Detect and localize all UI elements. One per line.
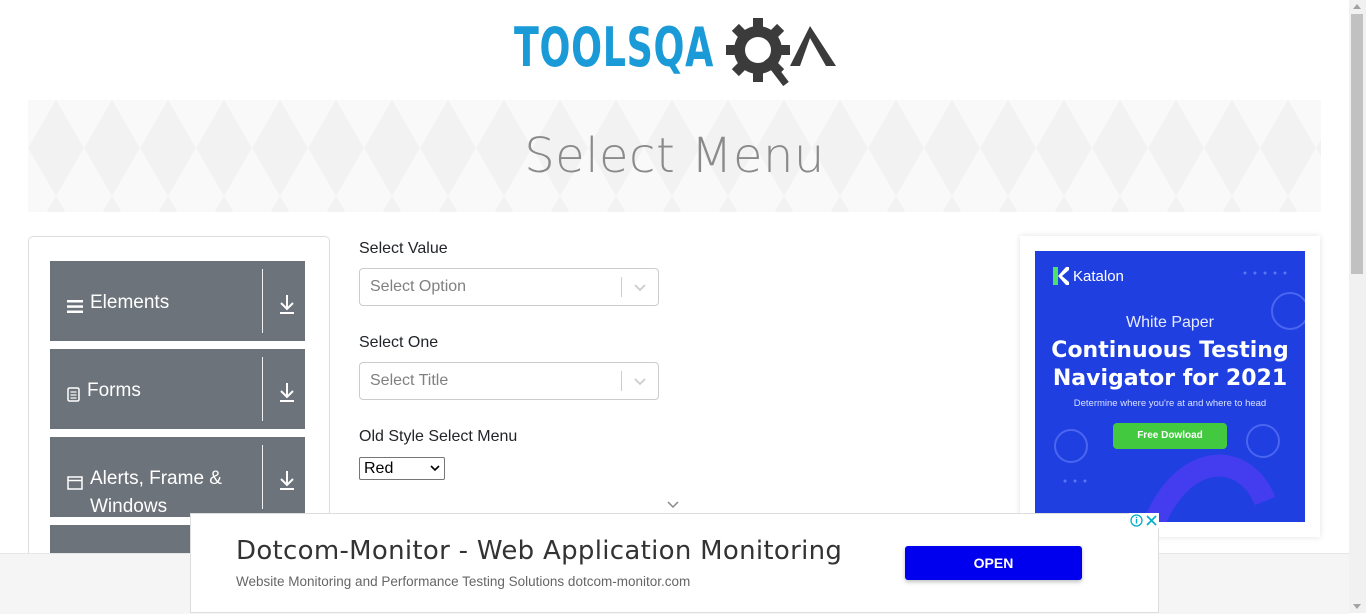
sidebar-group-label: Forms bbox=[87, 380, 141, 401]
select-value-placeholder: Select Option bbox=[370, 278, 467, 295]
chevron-down-icon bbox=[430, 465, 440, 472]
indicator-separator bbox=[621, 371, 622, 391]
divider bbox=[262, 269, 263, 333]
old-style-selected-value: Red bbox=[364, 460, 394, 477]
bottom-ad-description: Website Monitoring and Performance Testi… bbox=[236, 574, 691, 589]
chevron-down-icon[interactable] bbox=[632, 374, 648, 388]
gear-icon bbox=[715, 14, 838, 92]
divider bbox=[262, 445, 263, 509]
hamburger-icon bbox=[67, 295, 83, 323]
expand-chevron-icon[interactable] bbox=[666, 500, 680, 510]
scroll-down-arrow[interactable] bbox=[1353, 604, 1361, 609]
window-icon bbox=[67, 471, 83, 499]
katalon-logo-icon bbox=[1053, 267, 1069, 285]
katalon-brand: Katalon bbox=[1053, 267, 1124, 285]
page-banner: Select Menu bbox=[28, 100, 1321, 212]
document-icon bbox=[67, 383, 80, 411]
sidebar-group-alerts[interactable]: Alerts, Frame & Windows bbox=[50, 437, 305, 517]
sidebar-group-label: Elements bbox=[90, 292, 170, 313]
scrollbar-thumb[interactable] bbox=[1351, 14, 1363, 274]
scroll-up-arrow[interactable] bbox=[1353, 4, 1361, 9]
ad-choices-icon[interactable] bbox=[1129, 513, 1159, 528]
old-style-label: Old Style Select Menu bbox=[359, 428, 518, 445]
select-value-label: Select Value bbox=[359, 240, 448, 257]
ad-subtext: Determine where you're at and where to h… bbox=[1073, 398, 1267, 409]
katalon-ad[interactable]: Katalon White Paper Continuous Testing N… bbox=[1035, 251, 1305, 522]
ad-kicker: White Paper bbox=[1125, 314, 1215, 331]
open-button[interactable]: OPEN bbox=[905, 546, 1082, 580]
select-one-dropdown[interactable]: Select Title bbox=[359, 362, 659, 400]
divider bbox=[262, 357, 263, 421]
sidebar-group-elements[interactable]: Elements bbox=[50, 261, 305, 341]
download-icon[interactable] bbox=[278, 469, 296, 491]
page-scrollbar[interactable] bbox=[1349, 0, 1366, 613]
sidebar-group-forms[interactable]: Forms bbox=[50, 349, 305, 429]
indicator-separator bbox=[621, 277, 622, 297]
katalon-brand-name: Katalon bbox=[1073, 267, 1124, 285]
chevron-down-icon[interactable] bbox=[632, 280, 648, 294]
ad-headline: Continuous Testing Navigator for 2021 bbox=[1035, 337, 1305, 393]
bottom-ad-title[interactable]: Dotcom-Monitor - Web Application Monitor… bbox=[236, 536, 842, 566]
header: TOOLSQA bbox=[0, 0, 1349, 100]
old-style-select[interactable]: Red bbox=[359, 457, 445, 480]
free-download-button[interactable]: Free Dowload bbox=[1113, 423, 1227, 449]
select-one-placeholder: Select Title bbox=[370, 372, 449, 389]
ad-headline-line2: Navigator for 2021 bbox=[1052, 366, 1288, 391]
select-one-label: Select One bbox=[359, 334, 439, 351]
download-icon[interactable] bbox=[278, 293, 296, 315]
ad-headline-line1: Continuous Testing bbox=[1051, 338, 1289, 363]
page-title: Select Menu bbox=[524, 128, 825, 184]
toolsqa-logo[interactable]: TOOLSQA bbox=[514, 14, 838, 92]
bottom-ad[interactable]: Dotcom-Monitor - Web Application Monitor… bbox=[190, 513, 1159, 613]
download-icon[interactable] bbox=[278, 381, 296, 403]
select-value-dropdown[interactable]: Select Option bbox=[359, 268, 659, 306]
